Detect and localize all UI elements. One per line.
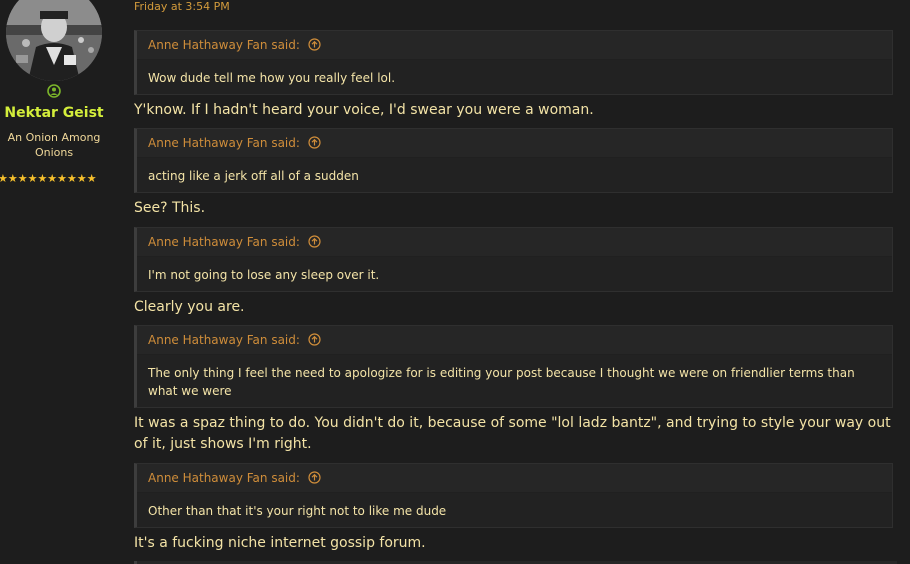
user-info-panel: Nektar Geist An Onion Among Onions ★★★★★…: [0, 0, 125, 564]
quote-block: Anne Hathaway Fan said: I'm not going to…: [134, 227, 893, 292]
quote-header: Anne Hathaway Fan said:: [137, 464, 892, 493]
avatar[interactable]: [6, 0, 102, 81]
quote-block: Anne Hathaway Fan said: The only thing I…: [134, 325, 893, 408]
quote-text: The only thing I feel the need to apolog…: [137, 355, 892, 407]
quote-text: Other than that it's your right not to l…: [137, 493, 892, 527]
arrow-up-circle-icon[interactable]: [308, 235, 321, 248]
arrow-up-circle-icon[interactable]: [308, 471, 321, 484]
post-timestamp[interactable]: Friday at 3:54 PM: [134, 0, 230, 13]
quote-author[interactable]: Anne Hathaway Fan said:: [148, 471, 300, 485]
reply-text: Clearly you are.: [134, 299, 245, 315]
quote-text: I'm not going to lose any sleep over it.: [137, 257, 892, 291]
quote-header: Anne Hathaway Fan said:: [137, 31, 892, 60]
reply-text: It was a spaz thing to do. You didn't do…: [134, 415, 891, 452]
quote-block: Anne Hathaway Fan said: Wow dude tell me…: [134, 30, 893, 95]
message-body: Friday at 3:54 PM Anne Hathaway Fan said…: [124, 0, 910, 564]
rating-stars: ★★★★★★★★★★: [0, 172, 97, 185]
quote-text: acting like a jerk off all of a sudden: [137, 158, 892, 192]
reply-text: It's a fucking niche internet gossip for…: [134, 535, 426, 551]
arrow-up-circle-icon[interactable]: [308, 333, 321, 346]
username[interactable]: Nektar Geist: [0, 105, 108, 121]
user-title: An Onion Among Onions: [7, 131, 101, 159]
quote-header: Anne Hathaway Fan said:: [137, 228, 892, 257]
quote-author[interactable]: Anne Hathaway Fan said:: [148, 235, 300, 249]
arrow-up-circle-icon[interactable]: [308, 38, 321, 51]
quote-block: Anne Hathaway Fan said: Other than that …: [134, 463, 893, 528]
reply-text: See? This.: [134, 200, 206, 216]
quote-header: Anne Hathaway Fan said:: [137, 129, 892, 158]
quote-author[interactable]: Anne Hathaway Fan said:: [148, 38, 300, 52]
reply-text: Y'know. If I hadn't heard your voice, I'…: [134, 102, 594, 118]
quote-header: Anne Hathaway Fan said:: [137, 326, 892, 355]
quote-block: Anne Hathaway Fan said: acting like a je…: [134, 128, 893, 193]
arrow-up-circle-icon[interactable]: [308, 136, 321, 149]
quote-text: Wow dude tell me how you really feel lol…: [137, 60, 892, 94]
online-status-icon: [47, 84, 61, 98]
quote-author[interactable]: Anne Hathaway Fan said:: [148, 333, 300, 347]
quote-author[interactable]: Anne Hathaway Fan said:: [148, 136, 300, 150]
